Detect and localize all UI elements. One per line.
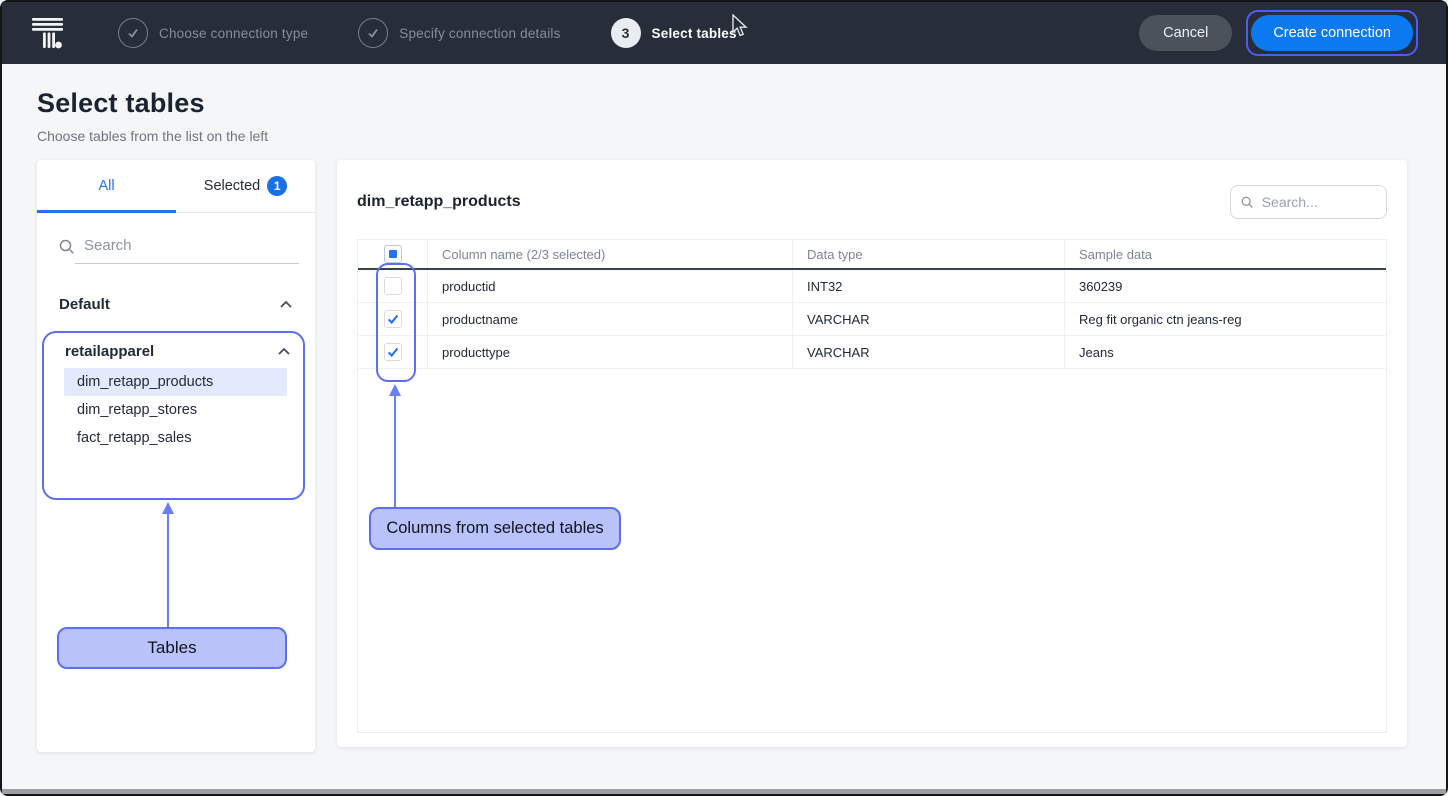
step-label: Select tables	[652, 26, 737, 41]
thoughtspot-logo-icon	[30, 13, 68, 53]
create-connection-button[interactable]: Create connection	[1251, 15, 1413, 51]
table-list-item[interactable]: dim_retapp_products	[64, 368, 287, 396]
table-name: fact_retapp_sales	[77, 430, 191, 446]
tables-annotation-label: Tables	[57, 627, 287, 669]
selected-table-title: dim_retapp_products	[357, 193, 521, 211]
create-connection-focus-ring: Create connection	[1246, 10, 1418, 56]
sample-data-header: Sample data	[1065, 240, 1386, 268]
bottom-edge-strip	[2, 789, 1446, 794]
columns-panel: dim_retapp_products Column name (2/3 sel…	[337, 160, 1407, 747]
group-default-label: Default	[59, 296, 110, 313]
data-type-cell: VARCHAR	[793, 336, 1065, 368]
column-name-cell: producttype	[428, 336, 793, 368]
table-list-item[interactable]: fact_retapp_sales	[64, 424, 287, 452]
row-checkbox-cell	[358, 270, 428, 302]
sidebar-search-input[interactable]	[75, 233, 299, 264]
tables-annotation-arrow	[158, 502, 178, 628]
search-icon	[59, 239, 75, 255]
chevron-up-icon	[277, 347, 291, 356]
row-checkbox[interactable]	[384, 310, 402, 328]
data-type-cell: INT32	[793, 270, 1065, 302]
column-name-cell: productid	[428, 270, 793, 302]
table-row: productname VARCHAR Reg fit organic ctn …	[358, 303, 1386, 336]
tab-all[interactable]: All	[37, 160, 176, 212]
data-type-header: Data type	[793, 240, 1065, 268]
step-label: Specify connection details	[399, 26, 560, 41]
schema-retailapparel[interactable]: retailapparel	[37, 334, 315, 368]
cancel-button[interactable]: Cancel	[1139, 15, 1232, 51]
group-default[interactable]: Default	[37, 286, 315, 322]
indeterminate-mark	[389, 250, 397, 258]
table-name: dim_retapp_stores	[77, 402, 197, 418]
schema-label: retailapparel	[65, 343, 154, 360]
step-number: 3	[611, 18, 641, 48]
active-tab-indicator	[37, 210, 176, 213]
columns-annotation-label: Columns from selected tables	[369, 507, 621, 550]
columns-search	[1230, 185, 1387, 219]
page-header: Select tables Choose tables from the lis…	[37, 88, 268, 144]
column-name-header: Column name (2/3 selected)	[428, 240, 793, 268]
columns-table-header: Column name (2/3 selected) Data type Sam…	[358, 240, 1386, 270]
tables-sidebar: All Selected 1 Default retailapparel dim…	[37, 160, 315, 752]
check-icon	[386, 345, 400, 359]
row-checkbox[interactable]	[384, 343, 402, 361]
header-checkbox-cell	[358, 240, 428, 268]
page-subtitle: Choose tables from the list on the left	[37, 128, 268, 144]
sidebar-search	[59, 233, 299, 264]
table-list-item[interactable]: dim_retapp_stores	[64, 396, 287, 424]
step-select-tables: 3 Select tables	[611, 18, 737, 48]
row-checkbox-cell	[358, 336, 428, 368]
step-label: Choose connection type	[159, 26, 308, 41]
select-all-checkbox[interactable]	[384, 245, 402, 263]
columns-search-input[interactable]	[1262, 194, 1376, 210]
check-icon	[386, 312, 400, 326]
sidebar-tabs: All Selected 1	[37, 160, 315, 213]
table-row: producttype VARCHAR Jeans	[358, 336, 1386, 369]
data-type-cell: VARCHAR	[793, 303, 1065, 335]
sample-data-cell: 360239	[1065, 270, 1386, 302]
chevron-up-icon	[279, 300, 293, 309]
top-navbar: Choose connection type Specify connectio…	[2, 2, 1446, 64]
tab-selected-label: Selected	[204, 178, 260, 194]
row-checkbox[interactable]	[384, 277, 402, 295]
row-checkbox-cell	[358, 303, 428, 335]
wizard-steps: Choose connection type Specify connectio…	[118, 18, 737, 48]
table-name: dim_retapp_products	[77, 374, 213, 390]
page-title: Select tables	[37, 88, 268, 119]
table-row: productid INT32 360239	[358, 270, 1386, 303]
step-done-icon	[358, 18, 388, 48]
columns-table: Column name (2/3 selected) Data type Sam…	[357, 239, 1387, 733]
sample-data-cell: Reg fit organic ctn jeans-reg	[1065, 303, 1386, 335]
selected-count-badge: 1	[267, 176, 287, 196]
column-name-cell: productname	[428, 303, 793, 335]
tab-all-label: All	[98, 178, 114, 194]
step-done-icon	[118, 18, 148, 48]
tab-selected[interactable]: Selected 1	[176, 160, 315, 212]
step-specify-connection-details: Specify connection details	[358, 18, 560, 48]
step-choose-connection-type: Choose connection type	[118, 18, 308, 48]
sample-data-cell: Jeans	[1065, 336, 1386, 368]
search-icon	[1241, 195, 1254, 210]
